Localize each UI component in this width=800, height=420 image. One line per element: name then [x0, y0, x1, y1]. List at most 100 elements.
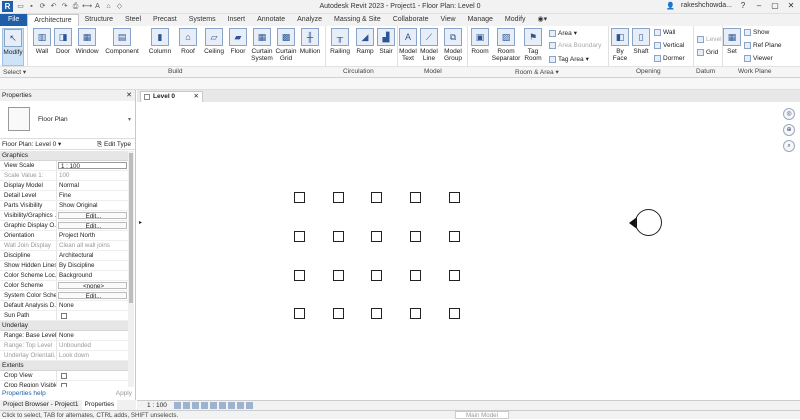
show-crop-icon[interactable] [219, 402, 226, 409]
column-marker[interactable] [449, 231, 460, 242]
tab-massing-site[interactable]: Massing & Site [328, 14, 387, 26]
apply-button[interactable]: Apply [116, 388, 132, 400]
by-face-button[interactable]: ◧ By Face [611, 28, 629, 66]
reveal-hidden-icon[interactable] [237, 402, 244, 409]
checkbox-icon[interactable] [61, 383, 67, 387]
tab-structure[interactable]: Structure [79, 14, 119, 26]
ramp-button[interactable]: ◢ Ramp [355, 28, 375, 66]
curtain-grid-button[interactable]: ▩ Curtain Grid [275, 28, 297, 66]
column-marker[interactable] [294, 308, 305, 319]
wall-button[interactable]: ▥ Wall [32, 28, 52, 66]
tab-insert[interactable]: Insert [222, 14, 252, 26]
category-extents[interactable]: Extents [0, 361, 128, 371]
maximize-button[interactable]: ▢ [770, 1, 780, 10]
tag-area-button[interactable]: Tag Area ▾ [549, 55, 589, 63]
column-marker[interactable] [371, 231, 382, 242]
column-marker[interactable] [410, 192, 421, 203]
property-value[interactable]: Edit... [58, 222, 127, 229]
property-value[interactable]: Project North [57, 231, 128, 240]
ceiling-button[interactable]: ▱ Ceiling [202, 28, 226, 66]
tab-file[interactable]: File [0, 14, 28, 26]
type-selector[interactable]: Floor Plan ▾ [0, 101, 135, 139]
detail-level-icon[interactable] [174, 402, 181, 409]
instance-filter[interactable]: Floor Plan: Level 0 ▾ ⎘ Edit Type [0, 139, 135, 150]
property-value[interactable]: None [57, 301, 128, 310]
user-icon[interactable]: 👤 [666, 2, 675, 10]
tab-precast[interactable]: Precast [147, 14, 183, 26]
steering-wheel-icon[interactable]: ⊕ [783, 124, 795, 136]
properties-help-link[interactable]: Properties help [0, 390, 46, 397]
temp-hide-icon[interactable] [228, 402, 235, 409]
tab-manage[interactable]: Manage [462, 14, 499, 26]
room-button[interactable]: ▣ Room [470, 28, 490, 66]
column-marker[interactable] [294, 231, 305, 242]
edit-type-button[interactable]: ⎘ Edit Type [97, 139, 131, 150]
column-marker[interactable] [294, 270, 305, 281]
column-marker[interactable] [449, 192, 460, 203]
model-text-button[interactable]: A Model Text [399, 28, 417, 66]
tab-collaborate[interactable]: Collaborate [387, 14, 435, 26]
user-name[interactable]: rakeshchowda... [681, 2, 732, 9]
area-button[interactable]: Area ▾ [549, 29, 577, 37]
panel-room-area[interactable]: Room & Area ▾ [515, 68, 559, 76]
wall-opening-button[interactable]: Wall [654, 29, 675, 36]
property-value[interactable]: Architectural [57, 251, 128, 260]
column-button[interactable]: ▮ Column [148, 28, 172, 66]
zoom-icon[interactable]: ⌕ [783, 140, 795, 152]
tab-steel[interactable]: Steel [119, 14, 147, 26]
roof-button[interactable]: ⌂ Roof [178, 28, 198, 66]
column-marker[interactable] [371, 308, 382, 319]
category-graphics[interactable]: Graphics [0, 151, 128, 161]
column-marker[interactable] [294, 192, 305, 203]
column-marker[interactable] [371, 270, 382, 281]
level-button[interactable]: Level [697, 36, 722, 43]
model-line-button[interactable]: ⟋ Model Line [420, 28, 438, 66]
column-marker[interactable] [333, 192, 344, 203]
tab-project-browser[interactable]: Project Browser - Project1 [0, 400, 82, 410]
column-marker[interactable] [449, 270, 460, 281]
elevation-marker[interactable] [635, 209, 662, 236]
shadows-icon[interactable] [201, 402, 208, 409]
tab-systems[interactable]: Systems [183, 14, 222, 26]
column-marker[interactable] [410, 270, 421, 281]
tab-architecture[interactable]: Architecture [27, 14, 79, 26]
mullion-button[interactable]: ╫ Mullion [298, 28, 322, 66]
property-value[interactable]: 1 : 100 [58, 162, 127, 169]
floor-button[interactable]: ▰ Floor [228, 28, 248, 66]
railing-button[interactable]: ╥ Railing [329, 28, 351, 66]
column-marker[interactable] [449, 308, 460, 319]
column-marker[interactable] [333, 231, 344, 242]
modify-button[interactable]: ↖ Modify [2, 28, 24, 66]
property-checkbox[interactable] [57, 371, 128, 380]
help-icon[interactable]: ? [738, 1, 748, 10]
show-workplane-button[interactable]: Show [744, 29, 769, 36]
chevron-down-icon[interactable]: ▾ [128, 116, 131, 123]
ref-plane-button[interactable]: Ref Plane [744, 42, 782, 49]
properties-scrollbar[interactable] [128, 151, 134, 387]
room-separator-button[interactable]: ▨ Room Separator [492, 28, 520, 66]
drawing-canvas[interactable]: ▸ ◎ ⊕ ⌕ [137, 102, 800, 400]
set-workplane-button[interactable]: ▦ Set [723, 28, 741, 66]
component-button[interactable]: ▤ Component [104, 28, 140, 66]
column-marker[interactable] [333, 308, 344, 319]
checkbox-icon[interactable] [61, 373, 67, 379]
door-button[interactable]: ◨ Door [54, 28, 72, 66]
worksharing-icon[interactable] [246, 402, 253, 409]
property-value[interactable]: <none> [58, 282, 127, 289]
model-group-button[interactable]: ⧉ Model Group [441, 28, 465, 66]
property-value[interactable]: Edit... [58, 292, 127, 299]
close-view-icon[interactable]: ✕ [194, 92, 199, 102]
property-checkbox[interactable] [57, 311, 128, 320]
shaft-button[interactable]: ▯ Shaft [631, 28, 651, 66]
checkbox-icon[interactable] [61, 313, 67, 319]
tag-room-button[interactable]: ⚑ Tag Room [523, 28, 543, 66]
column-marker[interactable] [410, 231, 421, 242]
property-value[interactable]: Background [57, 271, 128, 280]
close-icon[interactable]: ✕ [126, 90, 132, 101]
area-boundary-button[interactable]: Area Boundary [549, 42, 601, 49]
dormer-button[interactable]: Dormer [654, 55, 685, 62]
viewer-button[interactable]: Viewer [744, 55, 773, 62]
ribbon-toggle-icon[interactable]: ◉▾ [532, 14, 554, 26]
active-model-select[interactable]: Main Model [455, 411, 509, 419]
crop-view-icon[interactable] [210, 402, 217, 409]
